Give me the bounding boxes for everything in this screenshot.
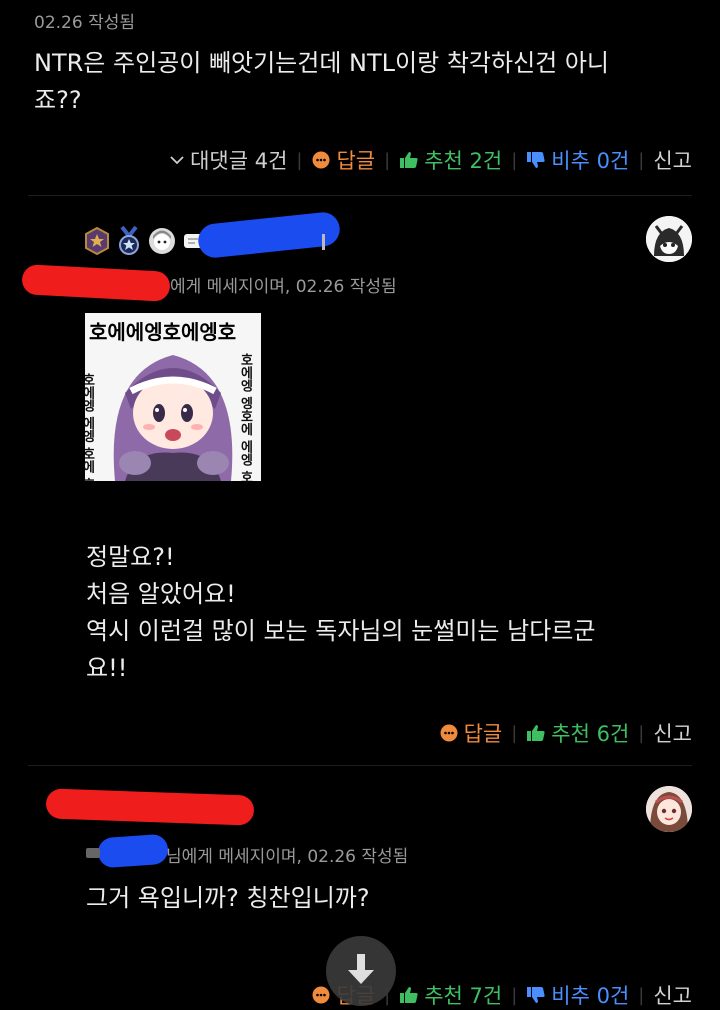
redacted-recipient bbox=[97, 833, 169, 869]
separator: | bbox=[511, 722, 518, 744]
reply-text: 그거 욕입니까? 칭찬입니까? bbox=[86, 884, 370, 912]
thumbs-up-icon bbox=[399, 150, 419, 170]
username-tail bbox=[322, 234, 325, 250]
dislike-label: 비추 0건 bbox=[551, 984, 630, 1008]
reply-button[interactable]: 답글 bbox=[311, 145, 375, 175]
comment-divider bbox=[28, 765, 692, 766]
redacted-username bbox=[196, 210, 342, 260]
chat-bubble-icon bbox=[439, 723, 459, 743]
recommend-button[interactable]: 추천 7건 bbox=[399, 980, 502, 1010]
reply-label: 답글 bbox=[463, 722, 503, 746]
thumbs-down-icon bbox=[526, 150, 546, 170]
recommend-button[interactable]: 추천 2건 bbox=[399, 145, 502, 175]
sticker-image[interactable]: 호에에엥호에엥호 호에엥 에엥 호에 호에 호에엥 엥호에 에엥 호에에 bbox=[85, 313, 261, 481]
separator: | bbox=[638, 149, 645, 171]
separator: | bbox=[511, 984, 518, 1006]
redacted-username bbox=[45, 788, 255, 826]
reply-button[interactable]: 답글 bbox=[439, 718, 503, 748]
separator: | bbox=[296, 149, 303, 171]
rank-badge-icon bbox=[84, 226, 110, 259]
avatar[interactable] bbox=[646, 216, 692, 262]
comment-timestamp: 02.26 작성됨 bbox=[34, 13, 135, 33]
separator: | bbox=[638, 984, 645, 1006]
recommend-label: 추천 6건 bbox=[551, 722, 630, 746]
character-badge-icon bbox=[148, 227, 176, 259]
recommend-button[interactable]: 추천 6건 bbox=[526, 718, 629, 748]
more-replies-label: 대댓글 4건 bbox=[190, 149, 288, 173]
dislike-button[interactable]: 비추 0건 bbox=[526, 980, 629, 1010]
report-button[interactable]: 신고 bbox=[653, 980, 692, 1010]
recommend-label: 추천 2건 bbox=[424, 149, 503, 173]
reply-text: 정말요?! 처음 알았어요! 역시 이런걸 많이 보는 독자님의 눈썰미는 남다… bbox=[86, 539, 686, 687]
user-badges bbox=[84, 225, 204, 260]
report-label: 신고 bbox=[653, 722, 692, 746]
recipient-tail bbox=[86, 848, 100, 858]
scroll-down-button[interactable] bbox=[326, 936, 396, 1006]
thumbs-down-icon bbox=[526, 985, 546, 1005]
sticker-text-right: 호에엥 엥호에 에엥 호에에 bbox=[238, 353, 253, 481]
thumbs-up-icon bbox=[399, 985, 419, 1005]
dislike-label: 비추 0건 bbox=[551, 149, 630, 173]
report-button[interactable]: 신고 bbox=[653, 718, 692, 748]
sticker-text-left: 호에엥 에엥 호에 호에 bbox=[85, 373, 95, 481]
medal-badge-icon bbox=[116, 225, 142, 260]
comment-text-line: 죠?? bbox=[34, 86, 82, 114]
comment-text: NTR은 주인공이 빼앗기는건데 NTL이랑 착각하신건 아니 죠?? bbox=[34, 45, 694, 119]
report-label: 신고 bbox=[653, 149, 692, 173]
reply-label: 답글 bbox=[336, 149, 376, 173]
reply-text-line: 역시 이런걸 많이 보는 독자님의 눈썰미는 남다르군 bbox=[86, 617, 596, 645]
sticker-text-top: 호에에엥호에엥호 bbox=[89, 320, 236, 344]
reply-text-line: 처음 알았어요! bbox=[86, 580, 236, 608]
separator: | bbox=[638, 722, 645, 744]
separator: | bbox=[511, 149, 518, 171]
recommend-label: 추천 7건 bbox=[424, 984, 503, 1008]
reply-text-line: 요!! bbox=[86, 654, 128, 682]
reply-meta: 님에게 메세지이며, 02.26 작성됨 bbox=[166, 847, 409, 867]
comment-actions: 답글 | 추천 6건 | 신고 bbox=[439, 718, 692, 748]
report-button[interactable]: 신고 bbox=[653, 145, 692, 175]
dislike-button[interactable]: 비추 0건 bbox=[526, 145, 629, 175]
chevron-down-icon bbox=[169, 154, 185, 166]
chat-bubble-icon bbox=[311, 150, 331, 170]
comment-divider bbox=[28, 195, 692, 196]
arrow-down-icon bbox=[346, 952, 376, 990]
comment-text-line: NTR은 주인공이 빼앗기는건데 NTL이랑 착각하신건 아니 bbox=[34, 49, 610, 77]
comment-actions: 대댓글 4건 | 답글 | 추천 2건 | 비추 0건 | 신고 bbox=[169, 145, 692, 175]
thumbs-up-icon bbox=[526, 723, 546, 743]
reply-meta: 에게 메세지이며, 02.26 작성됨 bbox=[170, 277, 397, 297]
more-replies-button[interactable]: 대댓글 4건 bbox=[169, 145, 287, 175]
reply-text-line: 정말요?! bbox=[86, 543, 175, 571]
separator: | bbox=[384, 149, 391, 171]
avatar[interactable] bbox=[646, 786, 692, 832]
report-label: 신고 bbox=[653, 984, 692, 1008]
redacted-recipient bbox=[21, 264, 171, 302]
chat-bubble-icon bbox=[311, 985, 331, 1005]
